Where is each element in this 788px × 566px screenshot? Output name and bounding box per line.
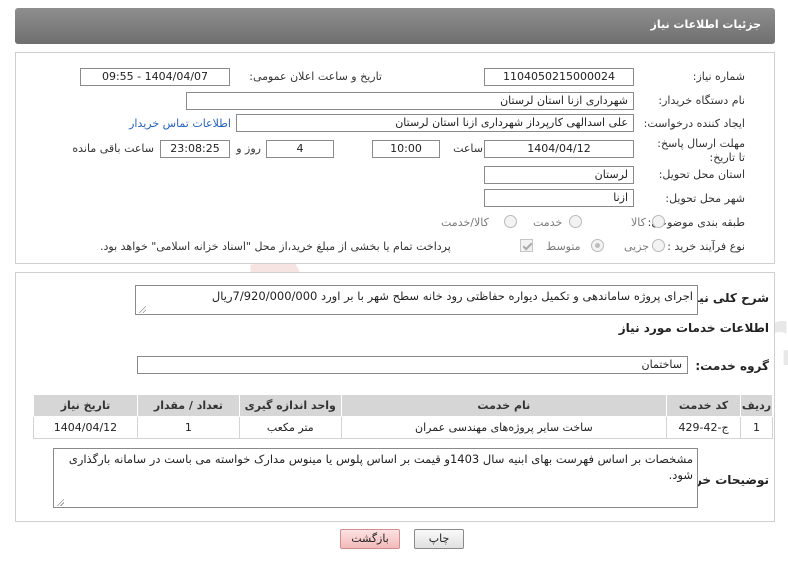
creator-field: علی اسدالهی کارپرداز شهرداری ازنا استان …: [236, 114, 634, 132]
process-option-minor: جزیی: [624, 240, 650, 253]
days-label: روز و: [236, 142, 261, 155]
buyer-label: نام دستگاه خریدار:: [658, 94, 745, 107]
services-table: ردیف کد خدمت نام خدمت واحد اندازه گیری ت…: [33, 394, 773, 439]
cell-date: 1404/04/12: [33, 416, 138, 439]
page-header: جزئیات اطلاعات نیاز: [15, 8, 775, 44]
buyer-contact-link[interactable]: اطلاعات تماس خریدار: [129, 117, 231, 130]
buyer-field: شهرداری ازنا استان لرستان: [186, 92, 634, 110]
deadline-time-field: 10:00: [372, 140, 440, 158]
back-button[interactable]: بازگشت: [340, 529, 400, 549]
col-code-header: کد خدمت: [666, 394, 742, 417]
buyer-notes-text: مشخصات بر اساس فهرست بهای ابنیه سال 1403…: [68, 452, 693, 482]
cell-name: ساخت سایر پروژه‌های مهندسی عمران: [340, 416, 668, 439]
process-radio-minor[interactable]: [652, 239, 665, 252]
deadline-label: مهلت ارسال پاسخ: تا تاریخ:: [657, 137, 745, 164]
need-number-field: 1104050215000024: [484, 68, 634, 86]
creator-label: ایجاد کننده درخواست:: [643, 117, 745, 130]
category-radio-goods[interactable]: [652, 215, 665, 228]
services-heading: اطلاعات خدمات مورد نیاز: [618, 321, 769, 335]
treasury-payment-checkbox[interactable]: [520, 239, 533, 252]
cell-code: ج-42-429: [666, 416, 742, 439]
deadline-date-field: 1404/04/12: [484, 140, 634, 158]
table-row: 1 ج-42-429 ساخت سایر پروژه‌های مهندسی عم…: [33, 416, 773, 439]
category-radio-goods-service[interactable]: [504, 215, 517, 228]
cell-unit: متر مکعب: [238, 416, 342, 439]
col-unit-header: واحد اندازه گیری: [238, 394, 342, 417]
category-option-goods: کالا: [631, 216, 646, 229]
treasury-payment-note: پرداخت تمام یا بخشی از مبلغ خرید،از محل …: [100, 240, 451, 253]
resize-grip-icon[interactable]: [56, 498, 64, 506]
city-label: شهر محل تحویل:: [665, 192, 745, 205]
summary-text: اجرای پروژه ساماندهی و تکمیل دیواره حفاظ…: [211, 289, 693, 303]
days-field: 4: [266, 140, 334, 158]
announce-field: 1404/04/07 - 09:55: [80, 68, 230, 86]
category-option-service: خدمت: [533, 216, 563, 229]
cell-row: 1: [740, 416, 773, 439]
buyer-notes-textarea[interactable]: مشخصات بر اساس فهرست بهای ابنیه سال 1403…: [53, 448, 698, 508]
category-option-goods-service: کالا/خدمت: [441, 216, 489, 229]
process-radio-medium[interactable]: [591, 239, 604, 252]
col-row-header: ردیف: [740, 394, 773, 417]
col-name-header: نام خدمت: [340, 394, 668, 417]
resize-grip-icon[interactable]: [138, 305, 146, 313]
col-date-header: تاریخ نیاز: [33, 394, 138, 417]
page-title: جزئیات اطلاعات نیاز: [650, 18, 762, 31]
province-field: لرستان: [484, 166, 634, 184]
cell-qty: 1: [136, 416, 240, 439]
deadline-time-label: ساعت: [453, 142, 483, 155]
process-label: نوع فرآیند خرید :: [667, 240, 745, 253]
service-group-label: گروه خدمت:: [695, 359, 769, 373]
announce-label: تاریخ و ساعت اعلان عمومی:: [249, 70, 382, 83]
table-header-row: ردیف کد خدمت نام خدمت واحد اندازه گیری ت…: [33, 394, 773, 417]
province-label: استان محل تحویل:: [658, 168, 745, 181]
category-radio-service[interactable]: [569, 215, 582, 228]
col-qty-header: تعداد / مقدار: [136, 394, 240, 417]
need-number-label: شماره نیاز:: [692, 70, 745, 83]
city-field: ازنا: [484, 189, 634, 207]
remaining-label: ساعت باقی مانده: [72, 142, 154, 155]
summary-textarea[interactable]: اجرای پروژه ساماندهی و تکمیل دیواره حفاظ…: [135, 285, 698, 315]
service-group-field: ساختمان: [137, 356, 688, 374]
print-button[interactable]: چاپ: [414, 529, 464, 549]
process-option-medium: متوسط: [546, 240, 581, 253]
remaining-time-field: 23:08:25: [160, 140, 230, 158]
